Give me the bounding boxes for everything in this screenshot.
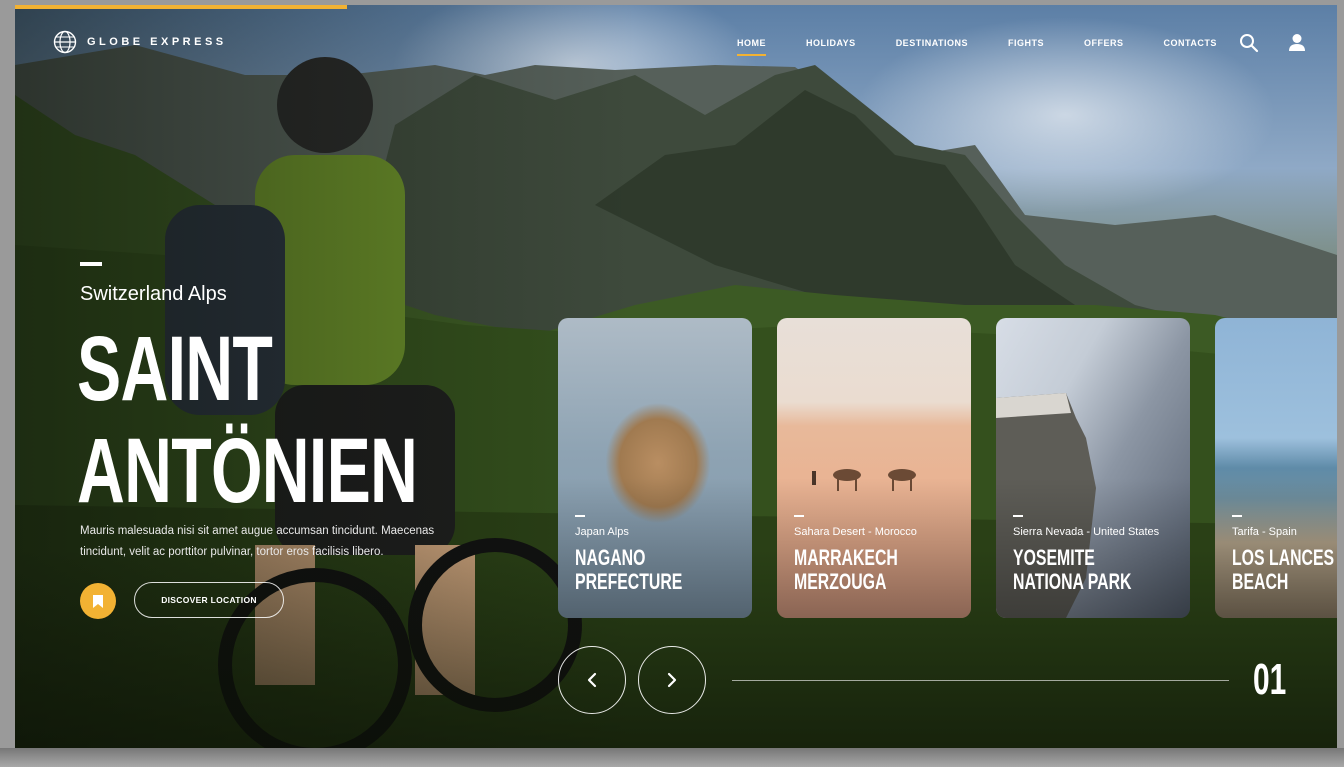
card-subtitle: Japan Alps [575,526,629,538]
nav-offers[interactable]: OFFERS [1084,38,1124,48]
nav-contacts[interactable]: CONTACTS [1164,38,1217,48]
card-dash [575,515,585,517]
slider-progress-line [732,680,1229,681]
card-subtitle: Sahara Desert - Morocco [794,526,917,538]
nav-destinations[interactable]: DESTINATIONS [896,38,968,48]
main-nav: HOME HOLIDAYS DESTINATIONS FIGHTS OFFERS… [737,38,1217,56]
hero-subtitle: Switzerland Alps [80,283,227,305]
hero-title-line2: ANTÖNIEN [77,420,418,522]
card-title: MARRAKECH MERZOUGA [794,546,898,594]
hero-description: Mauris malesuada nisi sit amet augue acc… [80,525,435,558]
globe-icon [53,30,77,54]
destination-card-nagano[interactable]: Japan Alps NAGANO PREFECTURE [558,318,752,618]
card-subtitle: Tarifa - Spain [1232,526,1297,538]
card-title-line2: NATIONA PARK [1013,569,1132,594]
hero-stage: GLOBE EXPRESS HOME HOLIDAYS DESTINATIONS… [15,5,1337,748]
destination-card-marrakech[interactable]: Sahara Desert - Morocco MARRAKECH MERZOU… [777,318,971,618]
brand-name: GLOBE EXPRESS [87,36,227,48]
next-button[interactable] [638,646,706,714]
nav-home[interactable]: HOME [737,38,766,56]
card-title-line2: BEACH [1232,569,1289,594]
search-icon[interactable] [1239,33,1259,53]
card-title: LOS LANCES BEACH [1232,546,1334,594]
prev-button[interactable] [558,646,626,714]
card-title-line1: MARRAKECH [794,545,898,570]
nav-fights[interactable]: FIGHTS [1008,38,1044,48]
card-dash [1013,515,1023,517]
card-title-line1: NAGANO [575,545,646,570]
top-progress-bar [15,5,347,9]
bookmark-icon [93,594,103,608]
card-title: NAGANO PREFECTURE [575,546,682,594]
card-dash [1232,515,1242,517]
card-title-line1: LOS LANCES [1232,545,1335,570]
card-title: YOSEMITE NATIONA PARK [1013,546,1132,594]
card-title-line1: YOSEMITE [1013,545,1095,570]
card-subtitle: Sierra Nevada - United States [1013,526,1160,538]
bookmark-button[interactable] [80,583,116,619]
discover-location-button[interactable]: DISCOVER LOCATION [134,582,284,618]
destination-card-yosemite[interactable]: Sierra Nevada - United States YOSEMITE N… [996,318,1190,618]
hero-title-line1: SAINT [77,318,273,420]
nav-holidays[interactable]: HOLIDAYS [806,38,856,48]
slide-number: 01 [1253,655,1287,704]
destination-card-los-lances[interactable]: Tarifa - Spain LOS LANCES BEACH [1215,318,1337,618]
card-title-line2: PREFECTURE [575,569,683,594]
user-icon[interactable] [1288,33,1306,53]
brand-logo[interactable]: GLOBE EXPRESS [53,30,227,54]
hero-dash [80,262,102,266]
card-title-line2: MERZOUGA [794,569,887,594]
chevron-right-icon [667,672,677,688]
chevron-left-icon [587,672,597,688]
card-dash [794,515,804,517]
hero-title: SAINT ANTÖNIEN [77,318,418,522]
page-shadow [0,748,1344,767]
